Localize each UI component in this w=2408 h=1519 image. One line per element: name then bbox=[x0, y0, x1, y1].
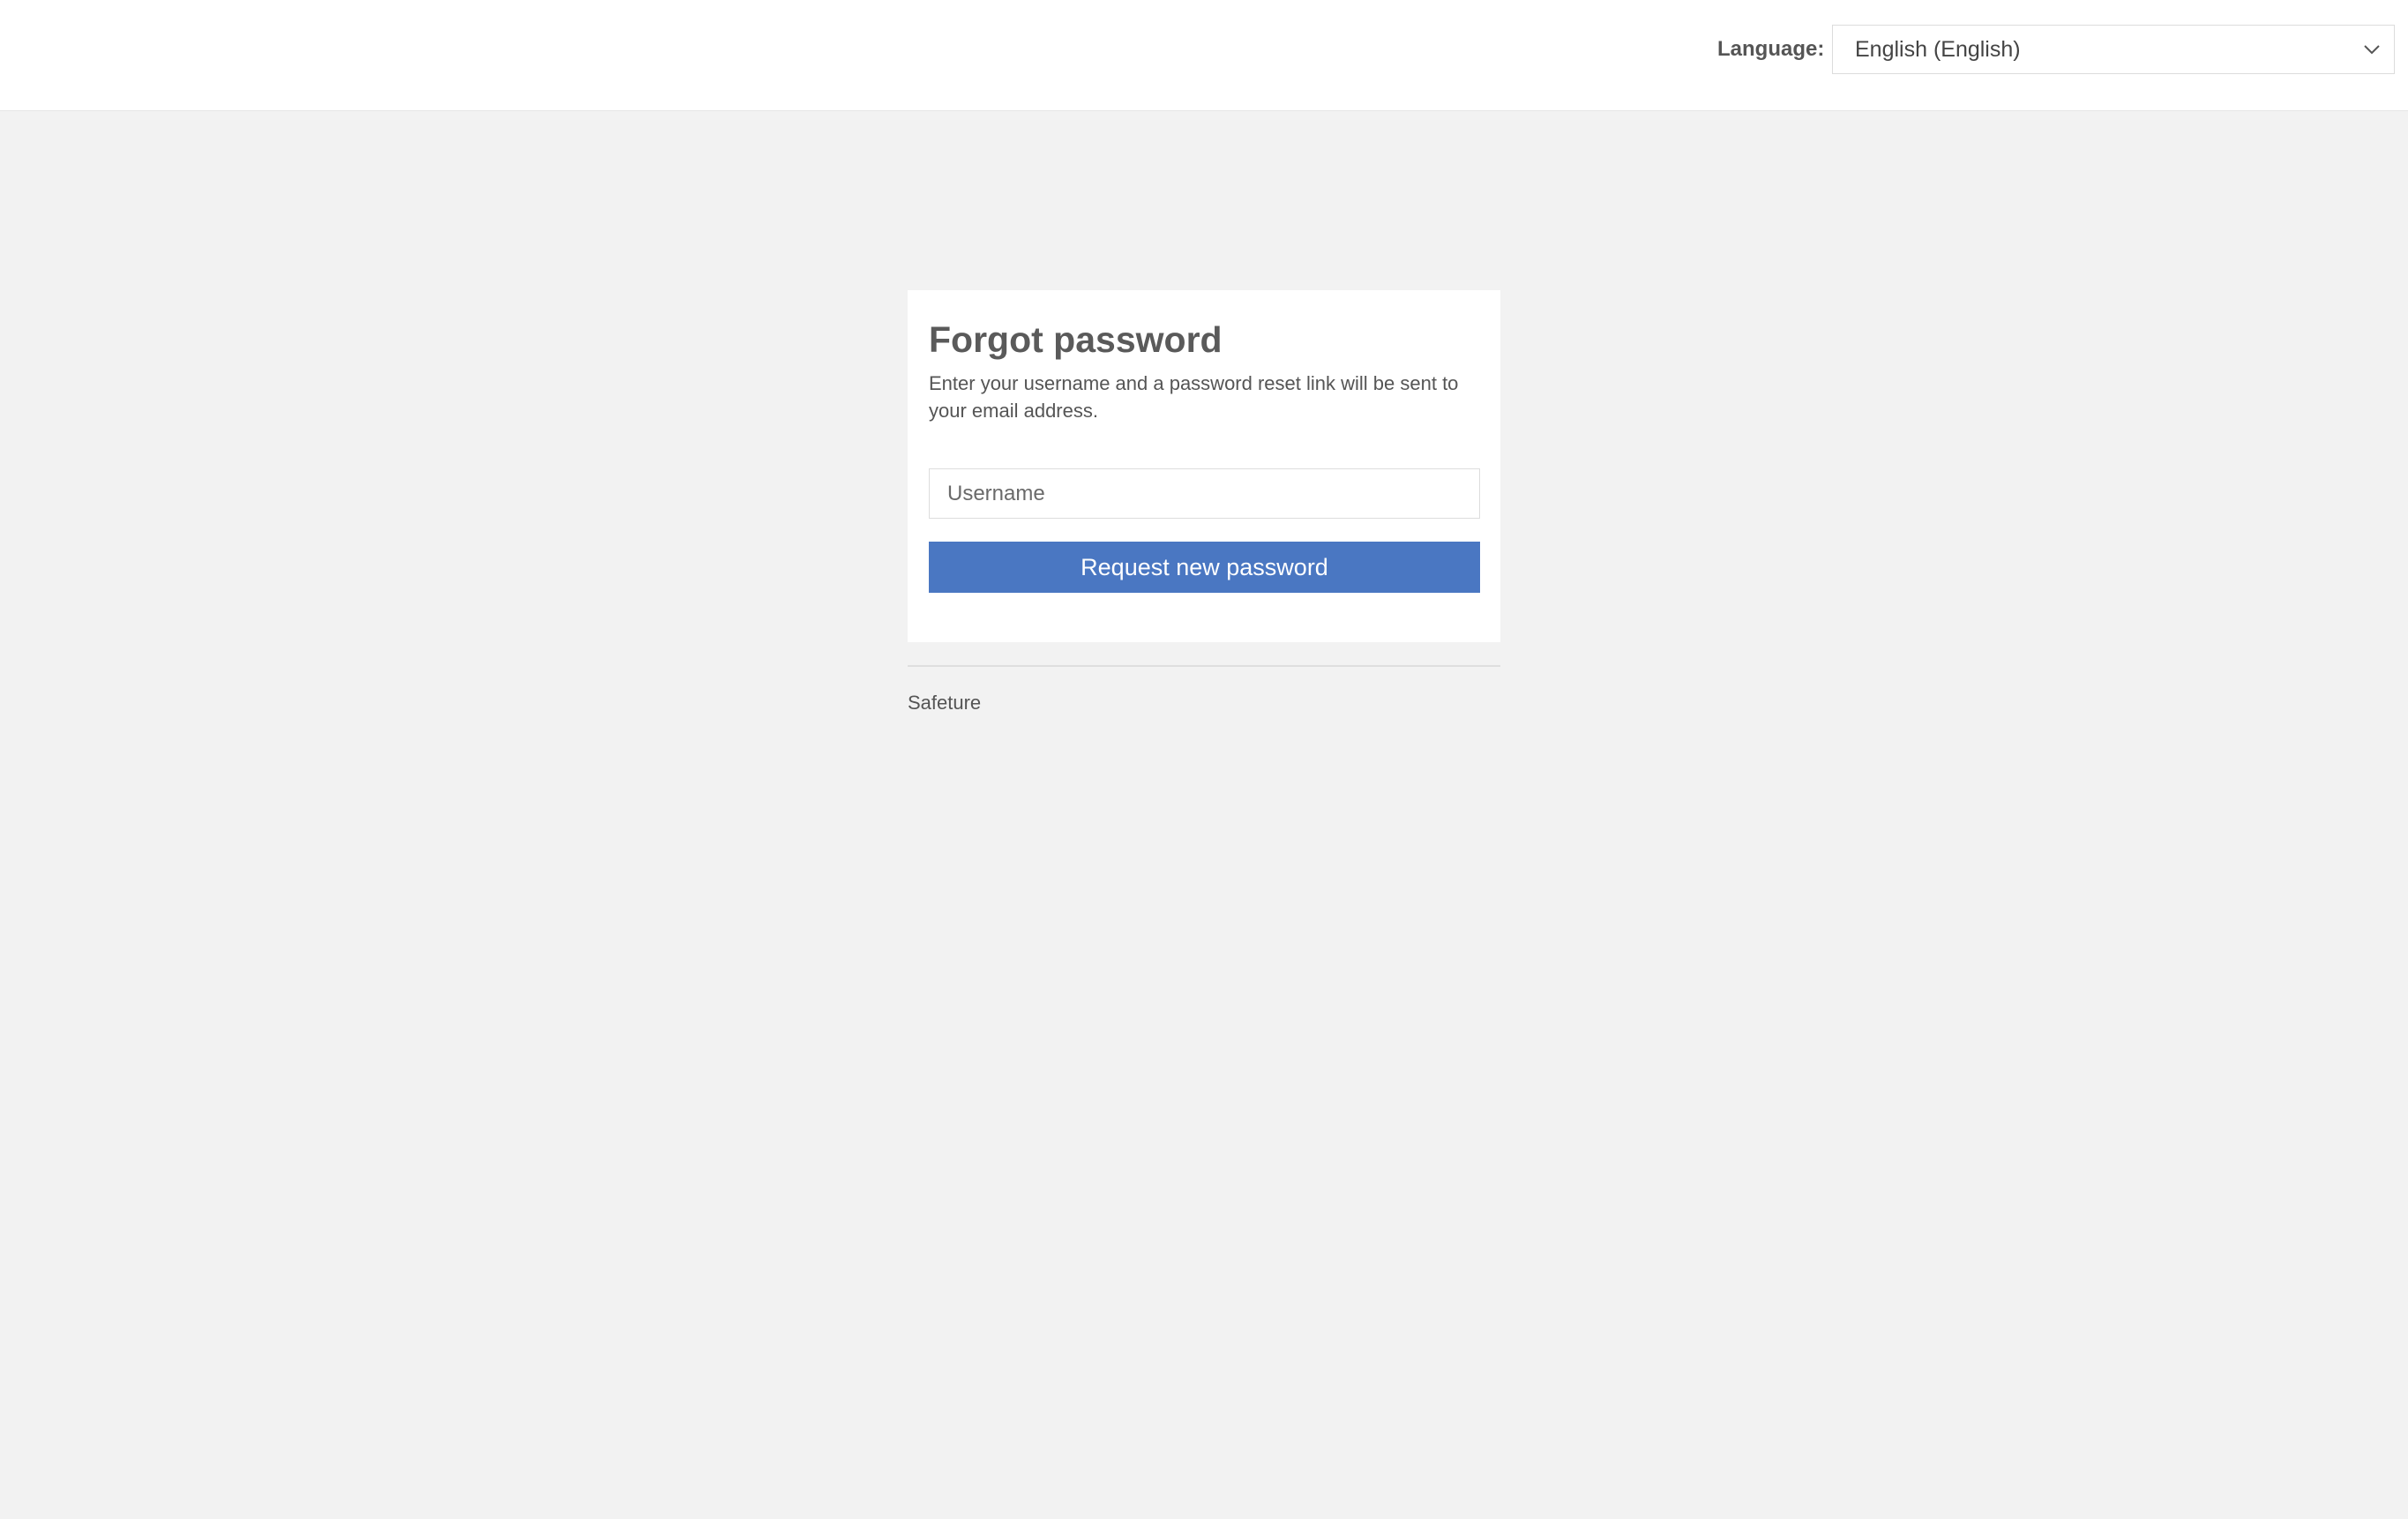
footer-divider bbox=[908, 665, 1500, 667]
request-new-password-button[interactable]: Request new password bbox=[929, 542, 1480, 593]
footer-brand: Safeture bbox=[908, 692, 982, 714]
page-title: Forgot password bbox=[929, 319, 1223, 360]
instructions-text: Enter your username and a password reset… bbox=[929, 372, 1459, 422]
language-label: Language: bbox=[1717, 37, 1825, 61]
username-input[interactable] bbox=[929, 468, 1480, 519]
top-bar: Language: English (English) bbox=[0, 0, 2408, 111]
chevron-down-icon bbox=[2364, 45, 2380, 55]
language-selected-value: English (English) bbox=[1855, 36, 2021, 62]
language-select[interactable]: English (English) bbox=[1832, 25, 2395, 74]
forgot-password-card: Forgot password Enter your username and … bbox=[908, 290, 1500, 642]
